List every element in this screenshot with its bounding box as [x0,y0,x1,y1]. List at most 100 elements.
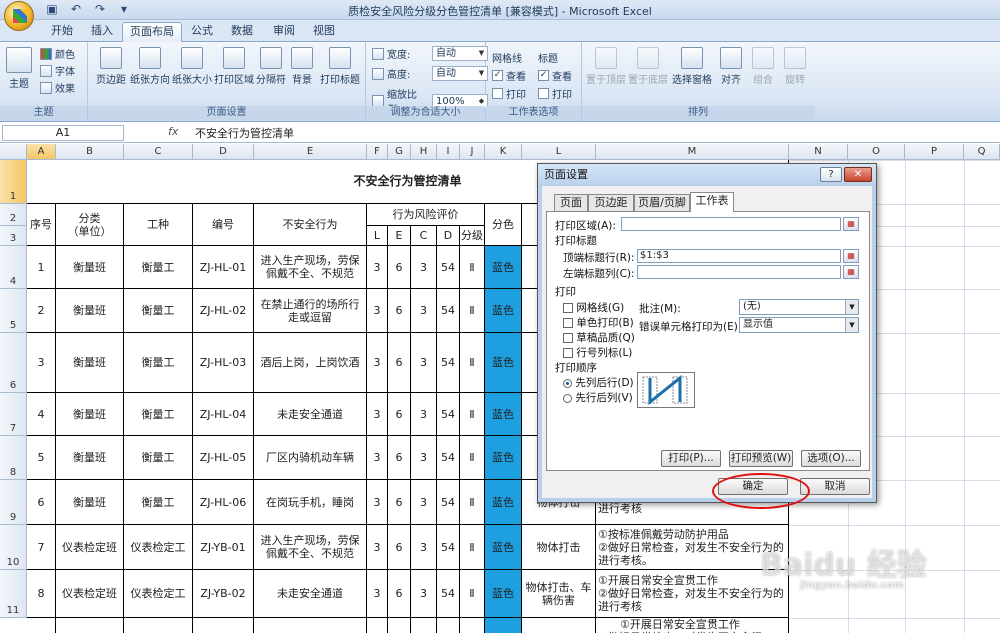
tab-view[interactable]: 视图 [306,22,342,42]
align-button[interactable]: 对齐 [716,45,746,86]
cell-job[interactable]: 衡量工 [124,393,193,436]
cell-seq[interactable]: 8 [27,570,56,618]
margins-button[interactable]: 页边距 [92,45,130,86]
cell-category[interactable]: 衡量班 [56,246,124,289]
cell-job[interactable]: 仪表检定工 [124,525,193,570]
cell-seq[interactable]: 3 [27,333,56,393]
column-header[interactable]: C [124,144,193,160]
row-header[interactable]: 5 [0,289,27,333]
cell-job[interactable]: 仪表检定工 [124,570,193,618]
cell-grade[interactable]: Ⅱ [460,436,485,480]
cell-color[interactable]: 蓝色 [485,393,522,436]
print-button[interactable]: 打印(P)... [661,450,721,467]
column-header[interactable]: K [485,144,522,160]
cell-empty[interactable] [193,618,254,633]
headings-print-checkbox[interactable]: 打印 [538,86,572,101]
tab-sheet[interactable]: 工作表 [690,192,734,212]
column-header[interactable]: N [789,144,848,160]
column-header[interactable]: F [367,144,388,160]
row-header[interactable]: 7 [0,393,27,436]
cell-empty[interactable] [27,618,56,633]
row-header[interactable]: 2 [0,204,27,226]
black-white-checkbox[interactable]: 单色打印(B) [563,315,634,330]
size-button[interactable]: 纸张大小 [170,45,214,86]
themes-button[interactable]: 主题 [2,45,36,90]
cell-hazard[interactable]: 物体打击 [522,525,596,570]
tab-data[interactable]: 数据 [224,22,260,42]
fx-icon[interactable]: fx [168,125,178,138]
row-header[interactable]: 1 [0,160,27,204]
column-header[interactable]: H [411,144,437,160]
draft-quality-checkbox[interactable]: 草稿品质(Q) [563,330,635,345]
cell-measures[interactable]: ①开展日常安全宣贯工作 ②做好日常检查，对发生不安全行 [596,618,789,633]
cell-D[interactable]: 54 [437,393,460,436]
over-then-down-radio[interactable]: 先行后列(V) [563,390,633,405]
row-header[interactable]: 9 [0,480,27,525]
row-header[interactable]: 10 [0,525,27,570]
cell-seq[interactable]: 7 [27,525,56,570]
cell-behavior[interactable]: 未走安全通道 [254,570,367,618]
print-area-input[interactable] [621,217,841,231]
cell-C[interactable]: 3 [411,525,437,570]
gridlines-checkbox[interactable]: 网格线(G) [563,300,624,315]
cell-category[interactable]: 衡量班 [56,480,124,525]
cell-D[interactable]: 54 [437,333,460,393]
cell-L[interactable]: 3 [367,333,388,393]
rotate-button[interactable]: 旋转 [780,45,810,86]
cell-color[interactable]: 蓝色 [485,480,522,525]
cell-grade[interactable]: Ⅱ [460,289,485,333]
cell-job[interactable]: 衡量工 [124,289,193,333]
cell-category[interactable]: 衡量班 [56,436,124,480]
cell-job[interactable]: 衡量工 [124,246,193,289]
cell-code[interactable]: ZJ-HL-04 [193,393,254,436]
cell-empty[interactable] [254,618,367,633]
collapse-dialog-icon[interactable]: ▦ [843,217,859,231]
tab-page-layout[interactable]: 页面布局 [122,22,182,42]
cell-D[interactable]: 54 [437,436,460,480]
tab-page[interactable]: 页面 [554,194,588,211]
gridlines-print-checkbox[interactable]: 打印 [492,86,526,101]
cell-behavior[interactable]: 进入生产现场，劳保佩戴不全、不规范 [254,246,367,289]
cell-category[interactable]: 衡量班 [56,393,124,436]
send-to-back-button[interactable]: 置于底层 [628,45,668,86]
cell-D[interactable]: 54 [437,525,460,570]
collapse-dialog-icon[interactable]: ▦ [843,265,859,279]
cell-L[interactable]: 3 [367,289,388,333]
cell-C[interactable]: 3 [411,333,437,393]
print-preview-button[interactable]: 打印预览(W) [729,450,793,467]
header-C[interactable]: C [411,226,437,246]
cell-behavior[interactable]: 厂区内骑机动车辆 [254,436,367,480]
cell-E[interactable]: 6 [388,570,411,618]
header-category[interactable]: 分类 （单位） [56,204,124,246]
header-grade[interactable]: 分级 [460,226,485,246]
cell-empty[interactable] [411,618,437,633]
cell-C[interactable]: 3 [411,289,437,333]
cell-behavior[interactable]: 在禁止通行的场所行走或逗留 [254,289,367,333]
column-header[interactable]: Q [964,144,1000,160]
column-header[interactable]: L [522,144,596,160]
cell-E[interactable]: 6 [388,436,411,480]
column-header[interactable]: B [56,144,124,160]
cell-seq[interactable]: 2 [27,289,56,333]
print-area-button[interactable]: 打印区域 [214,45,254,86]
column-header[interactable]: M [596,144,789,160]
column-header[interactable]: P [905,144,964,160]
header-E[interactable]: E [388,226,411,246]
cell-E[interactable]: 6 [388,333,411,393]
cell-grade[interactable]: Ⅱ [460,393,485,436]
header-seq[interactable]: 序号 [27,204,56,246]
column-header[interactable]: J [460,144,485,160]
cell-job[interactable]: 衡量工 [124,436,193,480]
column-header[interactable]: G [388,144,411,160]
fonts-button[interactable]: 字体 [40,63,75,78]
down-then-over-radio[interactable]: 先列后行(D) [563,375,634,390]
gridlines-view-checkbox[interactable]: ✓ 查看 [492,68,526,83]
row-header[interactable]: 8 [0,436,27,480]
cell-hazard[interactable]: 物体打击、车辆伤害 [522,570,596,618]
top-rows-input[interactable]: $1:$3 [637,249,841,263]
header-risk-eval[interactable]: 行为风险评价 [367,204,485,226]
cell-L[interactable]: 3 [367,393,388,436]
cell-grade[interactable]: Ⅱ [460,525,485,570]
cell-color[interactable]: 蓝色 [485,436,522,480]
colors-button[interactable]: 颜色 [40,46,75,61]
